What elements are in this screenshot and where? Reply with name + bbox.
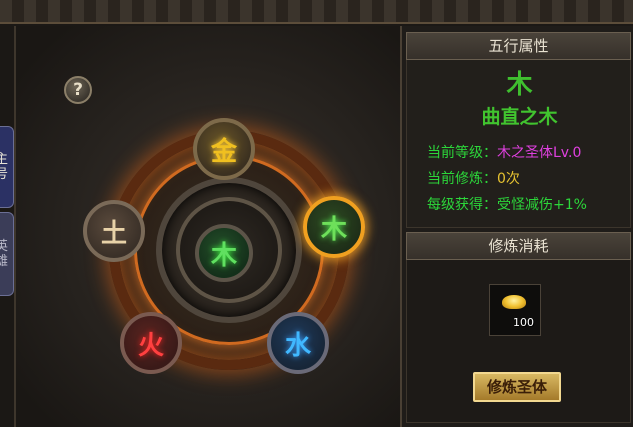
stat-value: 木之圣体Lv.0: [497, 145, 582, 161]
stat-row-per-level: 每级获得：受怪减伤+1%: [427, 194, 587, 214]
element-metal-button[interactable]: 金: [193, 118, 255, 180]
element-fire-button[interactable]: 火: [120, 312, 182, 374]
tab-main-character-label: 主号: [0, 152, 8, 182]
element-wood-button[interactable]: 木: [303, 196, 365, 258]
element-water-button[interactable]: 水: [267, 312, 329, 374]
current-element-glyph: 木: [506, 70, 533, 100]
tab-hero-label: 英雄: [0, 239, 8, 269]
center-element-orb: 木: [195, 224, 253, 282]
top-ornament-border: [0, 0, 633, 24]
cost-header: 修炼消耗: [406, 232, 631, 260]
tab-hero[interactable]: 英雄: [0, 212, 14, 296]
attributes-box: 木 曲直之木 当前等级：木之圣体Lv.0 当前修炼：0次 每级获得：受怪减伤+1…: [406, 60, 631, 228]
attribute-title: 曲直之木: [481, 106, 558, 128]
stat-label: 当前等级：: [427, 145, 497, 161]
side-tab-strip: 主号 英雄: [0, 126, 14, 296]
cost-item-slot[interactable]: 100: [489, 284, 541, 336]
tab-main-character[interactable]: 主号: [0, 126, 14, 208]
stat-row-level: 当前等级：木之圣体Lv.0: [427, 142, 581, 162]
stat-label: 每级获得：: [427, 197, 497, 213]
stat-value: 受怪减伤+1%: [497, 197, 587, 213]
stat-value: 0次: [497, 171, 520, 187]
cost-box: 100 修炼圣体: [406, 260, 631, 423]
element-earth-button[interactable]: 土: [83, 200, 145, 262]
attributes-header: 五行属性: [406, 32, 631, 60]
gold-ingot-icon: [502, 295, 526, 309]
stat-label: 当前修炼：: [427, 171, 497, 187]
five-elements-wheel-panel: ? 金 土 木 火 水 木: [14, 26, 402, 427]
info-panel: 五行属性 木 曲直之木 当前等级：木之圣体Lv.0 当前修炼：0次 每级获得：受…: [400, 26, 633, 427]
help-button[interactable]: ?: [64, 76, 92, 104]
train-body-button[interactable]: 修炼圣体: [473, 372, 561, 402]
stat-row-training: 当前修炼：0次: [427, 168, 520, 188]
item-count: 100: [513, 316, 534, 329]
